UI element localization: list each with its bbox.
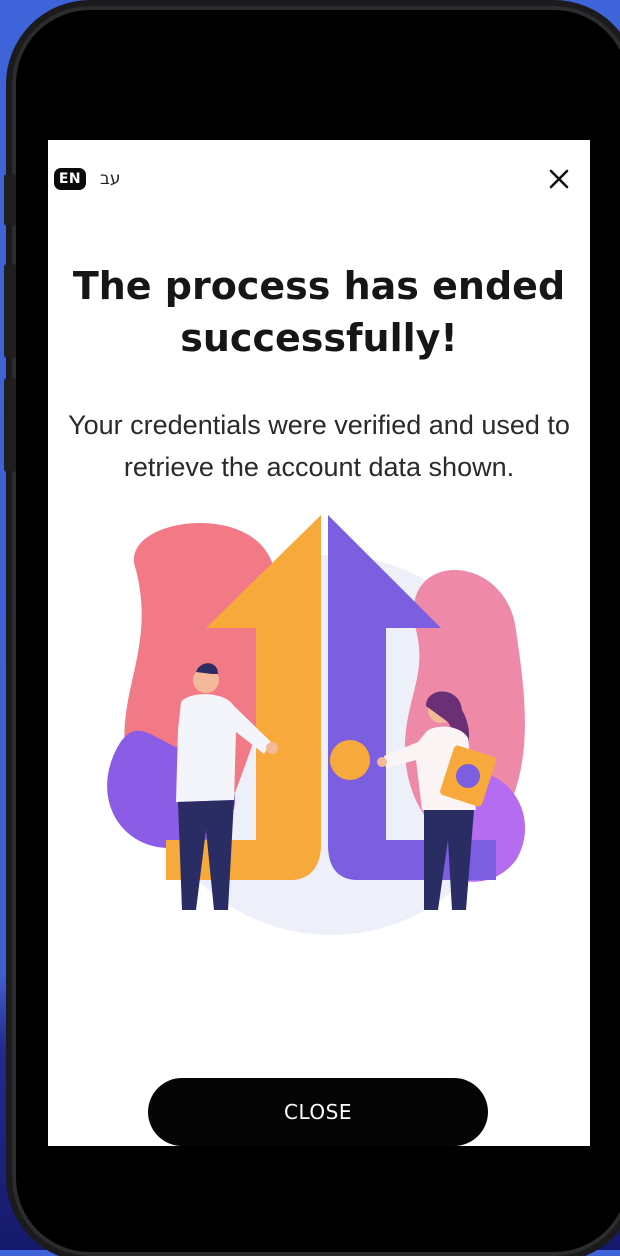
phone-side-button xyxy=(4,174,16,226)
modal-header: EN עב xyxy=(48,140,590,220)
two-people-connecting-arrows-illustration xyxy=(96,510,546,940)
phone-volume-up-button xyxy=(4,264,16,358)
language-en-toggle[interactable]: EN xyxy=(54,168,86,190)
success-description: Your credentials were verified and used … xyxy=(68,410,570,482)
modal-screen: EN עב The process has ended successfully… xyxy=(48,140,590,1146)
close-icon[interactable] xyxy=(546,166,572,192)
close-button[interactable]: CLOSE xyxy=(148,1078,488,1146)
language-hebrew-toggle[interactable]: עב xyxy=(100,169,120,189)
phone-volume-down-button xyxy=(4,378,16,472)
success-title: The process has ended successfully! xyxy=(72,264,566,360)
